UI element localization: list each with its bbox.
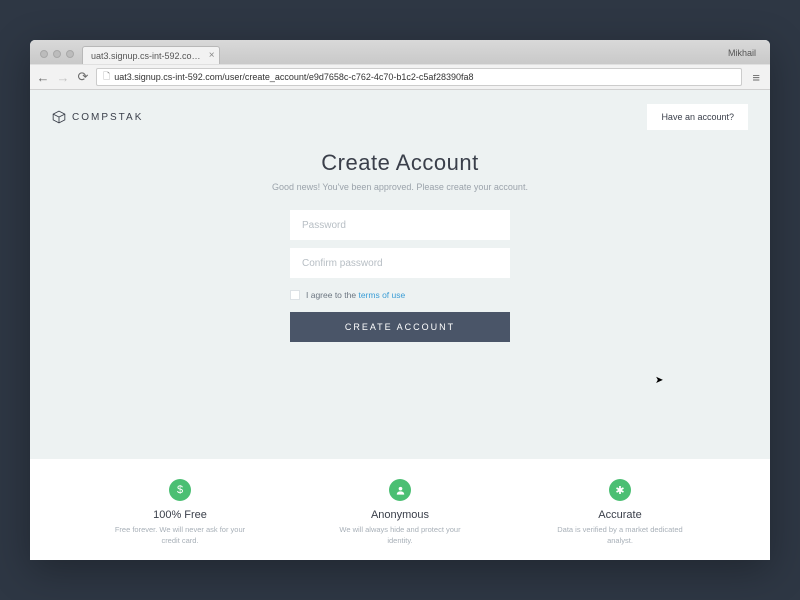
feature-accurate: ✱ Accurate Data is verified by a market … — [550, 479, 690, 546]
brand-logo[interactable]: COMPSTAK — [52, 110, 143, 124]
maximize-window-icon[interactable] — [66, 50, 74, 58]
password-input[interactable] — [290, 210, 510, 240]
browser-profile-label[interactable]: Mikhail — [728, 48, 764, 64]
terms-link[interactable]: terms of use — [358, 290, 405, 300]
feature-desc: Data is verified by a market dedicated a… — [550, 525, 690, 546]
terms-label: I agree to the terms of use — [306, 290, 405, 300]
forward-button: → — [56, 70, 70, 85]
confirm-password-input[interactable] — [290, 248, 510, 278]
close-window-icon[interactable] — [40, 50, 48, 58]
person-icon — [389, 479, 411, 501]
feature-anonymous: Anonymous We will always hide and protec… — [330, 479, 470, 546]
asterisk-icon: ✱ — [609, 479, 631, 501]
have-account-link[interactable]: Have an account? — [647, 104, 748, 130]
browser-menu-icon[interactable]: ≡ — [748, 70, 764, 85]
address-bar[interactable]: 🗋 uat3.signup.cs-int-592.com/user/create… — [96, 68, 742, 86]
features-section: $ 100% Free Free forever. We will never … — [30, 459, 770, 560]
feature-desc: We will always hide and protect your ide… — [330, 525, 470, 546]
dollar-icon: $ — [169, 479, 191, 501]
browser-toolbar: ← → ⟳ 🗋 uat3.signup.cs-int-592.com/user/… — [30, 64, 770, 90]
feature-free: $ 100% Free Free forever. We will never … — [110, 479, 250, 546]
browser-tab[interactable]: uat3.signup.cs-int-592.co… × — [82, 46, 220, 64]
minimize-window-icon[interactable] — [53, 50, 61, 58]
feature-desc: Free forever. We will never ask for your… — [110, 525, 250, 546]
logo-icon — [52, 110, 66, 124]
window-controls — [36, 50, 78, 64]
terms-checkbox[interactable] — [290, 290, 300, 300]
close-tab-icon[interactable]: × — [209, 50, 215, 61]
feature-title: 100% Free — [110, 509, 250, 521]
signup-form: I agree to the terms of use CREATE ACCOU… — [290, 210, 510, 342]
signup-form-section: Create Account Good news! You've been ap… — [30, 144, 770, 342]
brand-name: COMPSTAK — [72, 112, 143, 123]
browser-tab-bar: uat3.signup.cs-int-592.co… × Mikhail — [30, 40, 770, 64]
create-account-button[interactable]: CREATE ACCOUNT — [290, 312, 510, 342]
page-viewport: COMPSTAK Have an account? Create Account… — [30, 90, 770, 560]
cursor-icon: ➤ — [655, 375, 663, 386]
back-button[interactable]: ← — [36, 70, 50, 85]
page-header: COMPSTAK Have an account? — [30, 90, 770, 144]
url-text: uat3.signup.cs-int-592.com/user/create_a… — [114, 72, 473, 82]
tab-title: uat3.signup.cs-int-592.co… — [91, 51, 201, 61]
terms-row: I agree to the terms of use — [290, 290, 510, 300]
feature-title: Anonymous — [330, 509, 470, 521]
reload-button[interactable]: ⟳ — [76, 69, 90, 85]
terms-prefix: I agree to the — [306, 290, 358, 300]
page-icon: 🗋 — [103, 69, 110, 85]
browser-window: uat3.signup.cs-int-592.co… × Mikhail ← →… — [30, 40, 770, 560]
page-subtitle: Good news! You've been approved. Please … — [30, 182, 770, 192]
feature-title: Accurate — [550, 509, 690, 521]
page-title: Create Account — [30, 150, 770, 176]
